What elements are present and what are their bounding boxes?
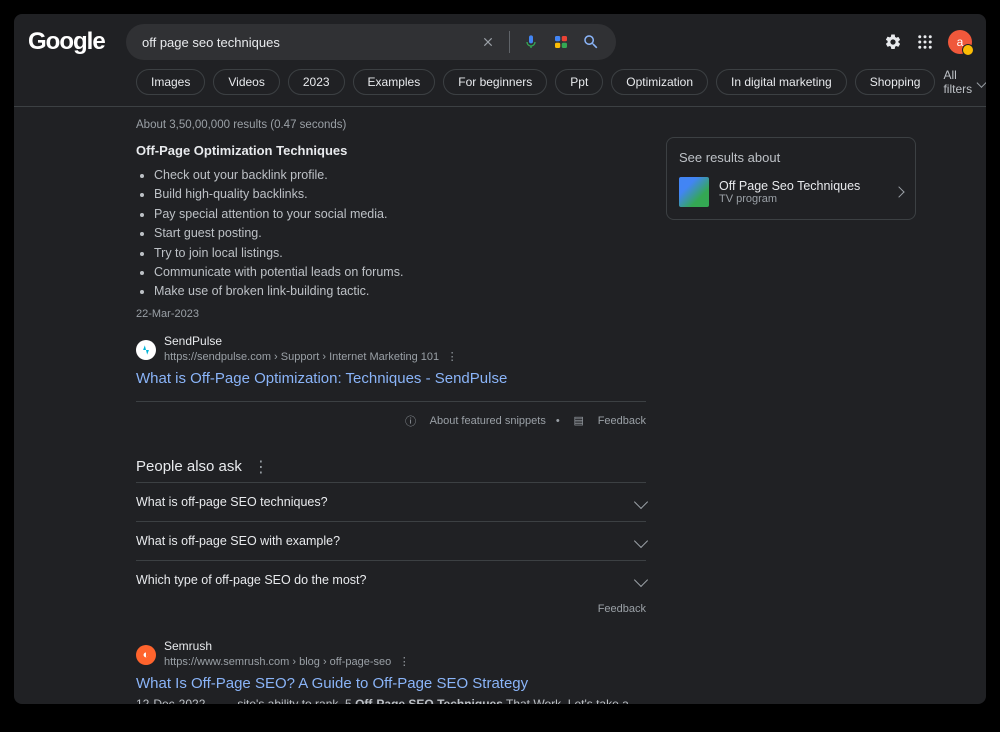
feedback-icon: ▤ xyxy=(570,412,588,430)
favicon-semrush: ◐ xyxy=(136,645,156,665)
chevron-down-icon xyxy=(634,573,648,587)
result-site-name: Semrush xyxy=(164,639,413,653)
snippet-date: 22-Mar-2023 xyxy=(136,308,646,320)
info-icon[interactable]: ⓘ xyxy=(402,412,420,430)
paa-question[interactable]: What is off-page SEO with example? xyxy=(136,521,646,560)
chevron-down-icon xyxy=(634,495,648,509)
account-avatar[interactable]: a xyxy=(948,30,972,54)
result-stats: About 3,50,00,000 results (0.47 seconds) xyxy=(136,119,646,131)
featured-snippet-title: Off-Page Optimization Techniques xyxy=(136,143,646,158)
result-url: https://sendpulse.com › Support › Intern… xyxy=(164,348,461,366)
knowledge-panel-heading: See results about xyxy=(679,150,903,165)
search-icon[interactable] xyxy=(582,33,600,51)
result-description: 12-Dec-2022 — ... site's ability to rank… xyxy=(136,696,646,704)
settings-icon[interactable] xyxy=(884,33,902,51)
knowledge-subtitle: TV program xyxy=(719,193,885,205)
result-url: https://www.semrush.com › blog › off-pag… xyxy=(164,653,413,671)
paa-question-text: Which type of off-page SEO do the most? xyxy=(136,573,366,587)
chip-images[interactable]: Images xyxy=(136,69,205,95)
chip-ppt[interactable]: Ppt xyxy=(555,69,603,95)
list-item: Communicate with potential leads on foru… xyxy=(154,263,646,282)
paa-question-text: What is off-page SEO techniques? xyxy=(136,495,328,509)
apps-icon[interactable] xyxy=(916,33,934,51)
chip-optimization[interactable]: Optimization xyxy=(611,69,708,95)
lens-icon[interactable] xyxy=(552,33,570,51)
filter-chips-row: Images Videos 2023 Examples For beginner… xyxy=(14,60,986,107)
bullet: • xyxy=(556,415,560,427)
chip-for-beginners[interactable]: For beginners xyxy=(443,69,547,95)
chip-digital-marketing[interactable]: In digital marketing xyxy=(716,69,847,95)
chip-2023[interactable]: 2023 xyxy=(288,69,345,95)
knowledge-thumbnail xyxy=(679,177,709,207)
chip-videos[interactable]: Videos xyxy=(213,69,279,95)
result-title-link[interactable]: What is Off-Page Optimization: Technique… xyxy=(136,370,646,387)
paa-question-text: What is off-page SEO with example? xyxy=(136,534,340,548)
feedback-link[interactable]: Feedback xyxy=(136,603,646,615)
list-item: Check out your backlink profile. xyxy=(154,166,646,185)
people-also-ask-title: People also ask xyxy=(136,458,242,475)
all-filters-label: All filters xyxy=(943,68,974,96)
about-featured-snippets[interactable]: About featured snippets xyxy=(430,415,546,427)
all-filters-button[interactable]: All filters xyxy=(943,68,986,96)
chip-shopping[interactable]: Shopping xyxy=(855,69,936,95)
list-item: Start guest posting. xyxy=(154,224,646,243)
knowledge-panel: See results about Off Page Seo Technique… xyxy=(666,137,916,220)
paa-question[interactable]: What is off-page SEO techniques? xyxy=(136,482,646,521)
list-item: Build high-quality backlinks. xyxy=(154,185,646,204)
list-item: Make use of broken link-building tactic. xyxy=(154,282,646,301)
mic-icon[interactable] xyxy=(522,33,540,51)
featured-snippet-list: Check out your backlink profile. Build h… xyxy=(136,166,646,302)
list-item: Try to join local listings. xyxy=(154,244,646,263)
result-title-link[interactable]: What Is Off-Page SEO? A Guide to Off-Pag… xyxy=(136,675,646,692)
google-logo[interactable]: Google xyxy=(28,28,108,56)
search-bar[interactable] xyxy=(126,24,616,60)
favicon-sendpulse xyxy=(136,340,156,360)
chevron-down-icon xyxy=(634,534,648,548)
more-options-icon[interactable]: ⋮ xyxy=(252,458,270,476)
result-site-name: SendPulse xyxy=(164,334,461,348)
divider xyxy=(509,31,510,53)
clear-icon[interactable] xyxy=(479,33,497,51)
paa-question[interactable]: Which type of off-page SEO do the most? xyxy=(136,560,646,599)
chevron-right-icon xyxy=(893,186,904,197)
feedback-link[interactable]: Feedback xyxy=(598,415,646,427)
list-item: Pay special attention to your social med… xyxy=(154,205,646,224)
knowledge-panel-item[interactable]: Off Page Seo Techniques TV program xyxy=(679,177,903,207)
knowledge-label: Off Page Seo Techniques xyxy=(719,179,885,193)
chevron-down-icon xyxy=(976,76,986,88)
chip-examples[interactable]: Examples xyxy=(353,69,436,95)
search-input[interactable] xyxy=(142,35,479,50)
more-options-icon[interactable]: ⋮ xyxy=(443,348,461,366)
more-options-icon[interactable]: ⋮ xyxy=(395,653,413,671)
